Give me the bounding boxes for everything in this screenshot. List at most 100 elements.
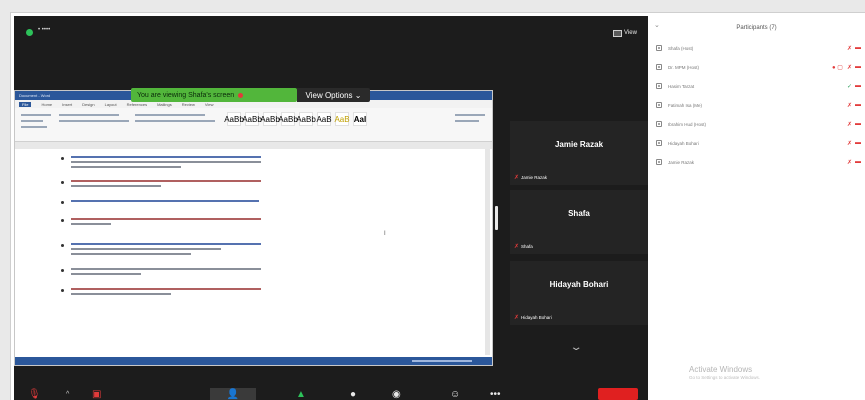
document-text-line [71, 200, 259, 202]
participant-name: Dr. MPM (Host) [668, 64, 699, 70]
word-tab: Insert [62, 101, 73, 107]
avatar-icon [656, 83, 662, 89]
reactions-icon[interactable]: ☺ [450, 388, 460, 400]
share-screen-icon[interactable]: ▲ [296, 388, 306, 400]
document-scrollbar[interactable] [485, 149, 490, 355]
view-options-button[interactable]: View Options ⌄ [297, 88, 370, 102]
tile-name: Shafa [568, 209, 590, 218]
avatar-icon [656, 64, 662, 70]
mic-muted-icon: ✗ [846, 140, 852, 147]
style-strong: AaI [353, 112, 367, 126]
word-tab: References [126, 101, 148, 107]
participant-name: Shafa (Host) [668, 45, 694, 51]
word-ribbon: AaBb AaBb AaBb AaBb AaBb AaB AaB AaI [15, 108, 492, 142]
word-title: Document - Word [19, 93, 51, 98]
document-text-line [71, 161, 261, 163]
ribbon-control [135, 114, 205, 116]
avatar-icon [656, 102, 662, 108]
participant-row[interactable]: Ibrahim Hud (Host) ✗ ▬ [656, 118, 861, 130]
document-text-line [71, 293, 171, 295]
word-tab: Review [181, 101, 195, 107]
tile-label-text: Hidayah Bohari [521, 315, 552, 320]
word-tab: Mailings [157, 101, 172, 107]
list-bullet [61, 244, 64, 247]
stop-share-icon[interactable] [238, 92, 244, 98]
ribbon-control [21, 114, 51, 116]
more-icon[interactable]: ••• [490, 388, 501, 400]
view-button[interactable]: View [610, 26, 640, 40]
mic-muted-icon: ✗ [846, 121, 852, 128]
participant-row[interactable]: Hidayah Bohari ✗ ▬ [656, 137, 861, 149]
word-tab: View [204, 101, 214, 107]
word-tab: Design [82, 101, 95, 107]
participant-name: Hidayah Bohari [668, 140, 699, 146]
security-dot-icon[interactable] [26, 29, 33, 36]
ribbon-control [455, 120, 479, 122]
document-text-line [71, 180, 261, 182]
video-off-icon: ▬ [855, 45, 861, 51]
document-text-line [71, 223, 111, 225]
style-normal: AaBb [224, 112, 244, 126]
video-tile[interactable]: Shafa ✗ Shafa [510, 190, 648, 254]
participant-name: Fatimah Isa (Me) [668, 102, 703, 108]
tile-name: Hidayah Bohari [549, 280, 609, 289]
participant-row[interactable]: Fatimah Isa (Me) ✗ ▬ [656, 99, 861, 111]
record-icon[interactable]: ◉ [392, 388, 401, 400]
document-text-line [71, 166, 181, 168]
chat-icon[interactable]: ● [350, 388, 356, 400]
style-heading2: AaBb [278, 112, 298, 126]
word-tab: Home [41, 101, 53, 107]
watermark-line-2: Go to Settings to activate Windows. [689, 375, 761, 380]
recording-status-icon: ● ▢ [832, 64, 843, 71]
video-off-icon: ▬ [855, 159, 861, 165]
participant-row[interactable]: Dr. MPM (Host) ● ▢ ✗ ▬ [656, 61, 861, 73]
list-bullet [61, 201, 64, 204]
meeting-info[interactable]: • •••• [38, 27, 50, 33]
word-ruler [15, 142, 492, 149]
ribbon-control [455, 114, 485, 116]
word-tab: File [19, 101, 32, 107]
word-status-bar [15, 357, 492, 365]
list-bullet [61, 269, 64, 272]
video-tile[interactable]: Jamie Razak ✗ Jamie Razak [510, 121, 648, 185]
document-text-line [71, 253, 191, 255]
view-label: View [624, 30, 637, 36]
split-divider-handle[interactable] [495, 206, 498, 230]
document-text-line [71, 248, 221, 250]
zoom-slider[interactable] [412, 360, 472, 362]
video-off-icon[interactable]: ▣ [92, 388, 101, 400]
document-text-line [71, 156, 261, 158]
watermark-line-1: Activate Windows [689, 365, 753, 374]
ribbon-control [21, 126, 47, 128]
participant-row[interactable]: Jamie Razak ✗ ▬ [656, 156, 861, 168]
meeting-area: • •••• View Document - Word File Home In… [14, 16, 648, 400]
tile-label: ✗ Jamie Razak [514, 174, 547, 181]
meeting-topbar: • •••• View [14, 16, 648, 52]
list-bullet [61, 289, 64, 292]
participant-row[interactable]: Hasim Tarzat ✓ ▬ [656, 80, 861, 92]
mic-on-icon: ✓ [846, 83, 852, 90]
mic-muted-icon: ✗ [514, 244, 520, 250]
word-tab: Layout [104, 101, 117, 107]
video-tile[interactable]: Hidayah Bohari ✗ Hidayah Bohari [510, 261, 648, 325]
video-off-icon: ▬ [855, 83, 861, 89]
document-text-line [71, 273, 141, 275]
ribbon-control [135, 120, 215, 122]
ribbon-control [59, 120, 129, 122]
ribbon-control [59, 114, 119, 116]
gallery-view-icon [613, 29, 622, 37]
participants-button[interactable]: 👤 [210, 388, 256, 400]
style-title: AaBb [296, 112, 316, 126]
caret-up-icon[interactable]: ^ [66, 388, 69, 400]
document-text-line [71, 185, 161, 187]
video-off-icon: ▬ [855, 121, 861, 127]
mute-button[interactable]: 🎙 [28, 388, 41, 400]
meeting-toolbar: 🎙 ^ ▣ 👤 ▲ ● ◉ ☺ ••• [14, 386, 648, 400]
mic-muted-icon: ✗ [846, 64, 852, 71]
mic-muted-icon: ✗ [846, 102, 852, 109]
participant-name: Jamie Razak [668, 159, 695, 165]
chevron-down-icon[interactable]: ⌄ [569, 342, 582, 353]
participant-row[interactable]: Shafa (Host) ✗ ▬ [656, 42, 861, 54]
end-meeting-button[interactable] [598, 388, 638, 400]
document-text-line [71, 268, 261, 270]
